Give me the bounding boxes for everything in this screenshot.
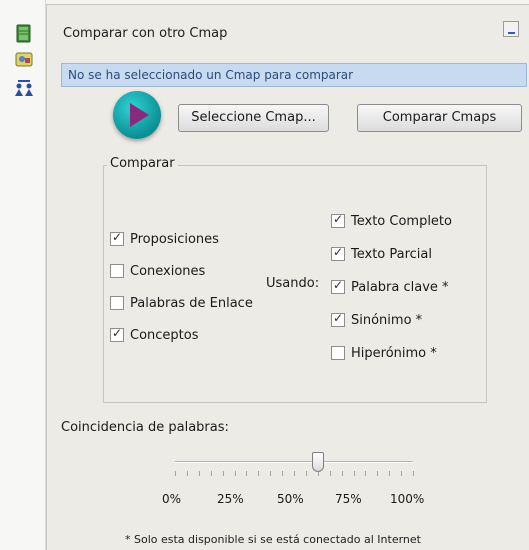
selection-status: No se ha seleccionado un Cmap para compa…	[61, 63, 527, 87]
slider-tick	[294, 471, 295, 476]
compare-cmaps-button[interactable]: Comparar Cmaps	[357, 104, 522, 132]
option-label: Texto Parcial	[351, 246, 432, 262]
slider-tick	[401, 471, 402, 476]
concepts-checkbox[interactable]	[110, 326, 124, 342]
hypernym-checkbox[interactable]	[331, 346, 345, 360]
option-synonym[interactable]: Sinónimo *	[331, 311, 422, 329]
slider-tick	[413, 471, 414, 476]
compare-group-legend: Comparar	[107, 156, 178, 171]
slider-tick	[306, 471, 307, 476]
slider-tick	[199, 471, 200, 476]
synonym-checkbox[interactable]	[331, 311, 345, 327]
slider-tick	[330, 471, 331, 476]
option-linking-words[interactable]: Palabras de Enlace	[110, 294, 253, 312]
internet-footnote: * Solo esta disponible si se está conect…	[125, 533, 421, 546]
slider-tick	[223, 471, 224, 476]
option-hypernym[interactable]: Hiperónimo *	[331, 344, 437, 362]
slider-thumb[interactable]	[311, 452, 324, 472]
propositions-checkbox[interactable]	[110, 230, 124, 246]
option-label: Texto Completo	[351, 213, 452, 229]
slider-tick	[389, 471, 390, 476]
option-label: Palabras de Enlace	[130, 295, 253, 311]
word-match-label: Coincidencia de palabras:	[61, 420, 229, 435]
slider-tick	[235, 471, 236, 476]
option-label: Palabra clave *	[351, 279, 449, 295]
word-match-slider[interactable]	[175, 461, 413, 463]
slider-tick	[211, 471, 212, 476]
scale-label-50: 50%	[277, 492, 304, 506]
slider-tick	[282, 471, 283, 476]
option-propositions[interactable]: Proposiciones	[110, 230, 219, 248]
using-label: Usando:	[266, 276, 320, 291]
slider-tick	[377, 471, 378, 476]
slider-tick	[258, 471, 259, 476]
option-concepts[interactable]: Conceptos	[110, 326, 199, 344]
minimize-button[interactable]	[503, 21, 519, 37]
slider-tick	[342, 471, 343, 476]
scale-label-100: 100%	[390, 492, 425, 506]
map-image-icon[interactable]	[14, 50, 34, 70]
option-label: Sinónimo *	[351, 312, 423, 328]
people-compare-icon[interactable]	[14, 78, 34, 98]
side-toolbar	[0, 0, 46, 550]
compare-panel: Comparar con otro Cmap No se ha seleccio…	[46, 4, 529, 550]
option-full-text[interactable]: Texto Completo	[331, 212, 452, 230]
option-label: Conexiones	[130, 263, 206, 279]
option-label: Proposiciones	[130, 231, 219, 247]
select-cmap-button[interactable]: Seleccione Cmap...	[178, 104, 329, 132]
connections-checkbox[interactable]	[110, 264, 124, 278]
option-keyword[interactable]: Palabra clave *	[331, 278, 449, 296]
slider-tick	[270, 471, 271, 476]
keyword-checkbox[interactable]	[331, 278, 345, 294]
slider-tick	[354, 471, 355, 476]
linking-words-checkbox[interactable]	[110, 296, 124, 310]
option-label: Hiperónimo *	[351, 345, 437, 361]
partial-text-checkbox[interactable]	[331, 245, 345, 261]
book-icon[interactable]	[14, 24, 34, 44]
slider-tick	[365, 471, 366, 476]
option-connections[interactable]: Conexiones	[110, 262, 205, 280]
compare-cmap-window: Comparar con otro Cmap No se ha seleccio…	[0, 0, 529, 550]
slider-tick	[246, 471, 247, 476]
option-partial-text[interactable]: Texto Parcial	[331, 245, 432, 263]
scale-label-25: 25%	[217, 492, 244, 506]
slider-tick	[175, 471, 176, 476]
panel-title: Comparar con otro Cmap	[63, 26, 228, 41]
full-text-checkbox[interactable]	[331, 212, 345, 228]
scale-label-0: 0%	[162, 492, 182, 506]
play-icon[interactable]	[113, 91, 161, 139]
scale-label-75: 75%	[335, 492, 362, 506]
slider-tick	[187, 471, 188, 476]
option-label: Conceptos	[130, 327, 199, 343]
